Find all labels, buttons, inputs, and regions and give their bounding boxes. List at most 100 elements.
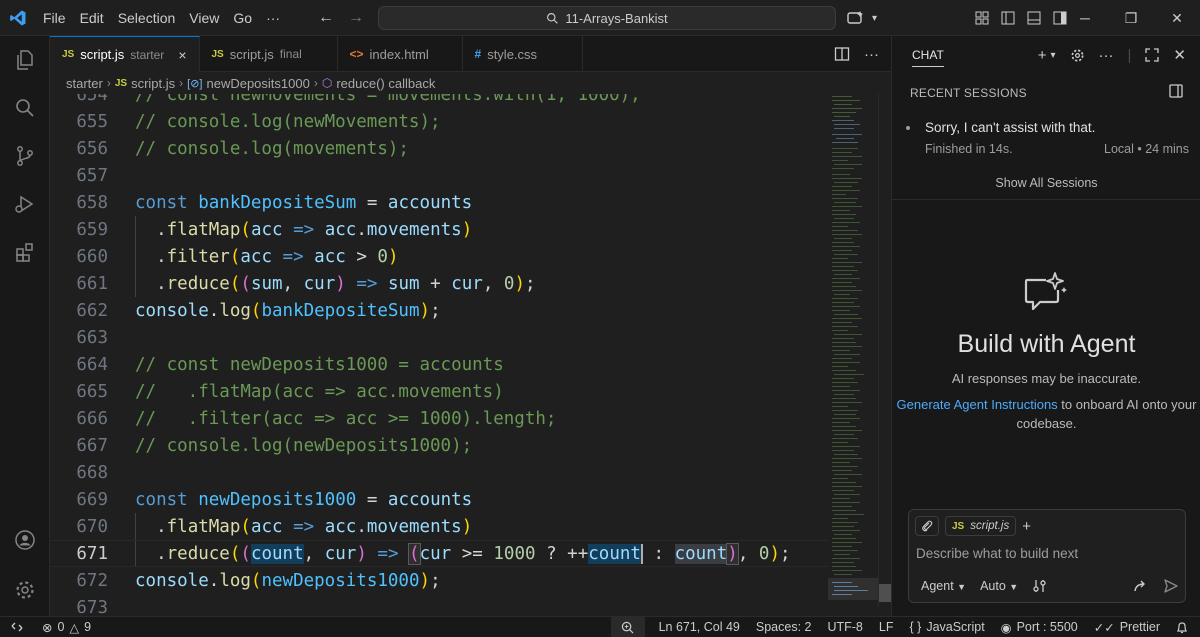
- menu-go[interactable]: Go: [226, 10, 259, 26]
- settings-gear-icon[interactable]: [1070, 48, 1085, 63]
- breadcrumb-folder[interactable]: starter: [66, 76, 103, 91]
- send-icon[interactable]: [1163, 578, 1179, 594]
- encoding-setting[interactable]: UTF-8: [819, 617, 870, 637]
- maximize-icon[interactable]: [1145, 48, 1160, 62]
- close-icon[interactable]: ✕: [1173, 46, 1186, 64]
- code-text: // const newDeposits1000 = accounts: [135, 354, 504, 375]
- settings-gear-icon[interactable]: [0, 566, 50, 614]
- source-control-icon[interactable]: [0, 132, 50, 180]
- eol-setting[interactable]: LF: [871, 617, 902, 637]
- tab-index-html[interactable]: <> index.html: [338, 36, 463, 72]
- attachment-chip[interactable]: JS script.js: [945, 516, 1017, 536]
- attachments-row: JS script.js +: [915, 516, 1031, 536]
- menu-view[interactable]: View: [182, 10, 226, 26]
- tab-script-js-final[interactable]: JS script.js final: [200, 36, 338, 72]
- code-text: .filter(acc => acc > 0): [156, 246, 399, 267]
- code-editor[interactable]: 654 // const newMovements = movements.wi…: [50, 94, 828, 616]
- breadcrumb-symbol[interactable]: newDeposits1000: [206, 76, 309, 91]
- chevron-down-icon[interactable]: ▾: [1050, 50, 1055, 61]
- language-mode[interactable]: { } JavaScript: [901, 617, 992, 637]
- code-text: .flatMap(acc => acc.movements): [156, 219, 473, 240]
- agent-title: Build with Agent: [957, 330, 1136, 358]
- indentation-setting[interactable]: Spaces: 2: [748, 617, 820, 637]
- js-file-icon: JS: [952, 520, 965, 532]
- breadcrumb-symbol[interactable]: reduce() callback: [336, 76, 435, 91]
- code-line: 659 .flatMap(acc => acc.movements): [50, 216, 828, 243]
- delegate-arrow-icon[interactable]: [1133, 578, 1149, 594]
- variable-symbol-icon: [⊘]: [187, 77, 203, 90]
- live-server-port[interactable]: ◉ Port : 5500: [993, 617, 1086, 637]
- chat-input-box[interactable]: JS script.js + Describe what to build ne…: [908, 509, 1186, 603]
- prettier-label: Prettier: [1119, 620, 1160, 634]
- tab-script-js-starter[interactable]: JS script.js starter ×: [50, 36, 200, 72]
- agent-disclaimer: AI responses may be inaccurate.: [951, 371, 1142, 386]
- customize-layout-icon[interactable]: [974, 10, 990, 26]
- session-status: Finished in 14s.: [925, 142, 1013, 156]
- chat-header-actions: + ▾ ··· | ✕: [1038, 36, 1186, 74]
- code-line: 669 const newDeposits1000 = accounts: [50, 486, 828, 513]
- session-meta: Local • 24 mins: [1104, 142, 1189, 156]
- double-check-icon: ✓✓: [1093, 620, 1115, 635]
- problems-indicator[interactable]: ⊗ 0 △ 9: [34, 617, 99, 637]
- zoom-indicator[interactable]: [610, 616, 645, 637]
- chevron-right-icon: ›: [179, 76, 184, 90]
- breadcrumb-file[interactable]: script.js: [131, 76, 175, 91]
- line-number: 656: [76, 138, 108, 159]
- restore-icon[interactable]: ❐: [1108, 10, 1154, 27]
- code-text: console.log(bankDepositeSum);: [135, 300, 441, 321]
- model-picker[interactable]: Auto ▼: [980, 579, 1018, 593]
- chat-input-field[interactable]: Describe what to build next: [916, 546, 1078, 561]
- menu-file[interactable]: File: [36, 10, 73, 26]
- line-number: 657: [76, 165, 108, 186]
- toggle-primary-sidebar-icon[interactable]: [1000, 10, 1016, 26]
- chat-send-actions: [1133, 578, 1179, 594]
- mode-picker[interactable]: Agent ▼: [921, 579, 966, 593]
- prettier-status[interactable]: ✓✓ Prettier: [1086, 617, 1168, 637]
- notifications-bell-icon[interactable]: [1168, 617, 1200, 637]
- minimize-icon[interactable]: ─: [1062, 10, 1108, 26]
- extensions-icon[interactable]: [0, 228, 50, 276]
- session-item[interactable]: Sorry, I can't assist with that. Finishe…: [906, 116, 1189, 162]
- more-actions-icon[interactable]: ···: [1099, 47, 1114, 64]
- copilot-menu[interactable]: ▾: [846, 0, 877, 36]
- tab-style-css[interactable]: # style.css: [463, 36, 583, 72]
- accounts-icon[interactable]: [0, 516, 50, 564]
- model-label: Auto: [980, 579, 1006, 593]
- remote-indicator-icon[interactable]: [0, 617, 34, 637]
- run-debug-icon[interactable]: [0, 180, 50, 228]
- search-icon[interactable]: [0, 84, 50, 132]
- toggle-sessions-icon[interactable]: [1168, 83, 1184, 99]
- new-chat-icon[interactable]: +: [1038, 47, 1047, 64]
- toggle-panel-icon[interactable]: [1026, 10, 1042, 26]
- split-editor-icon[interactable]: [834, 46, 850, 62]
- menu-edit[interactable]: Edit: [73, 10, 111, 26]
- tools-icon[interactable]: [1032, 578, 1048, 594]
- nav-arrows: ← →: [318, 0, 364, 36]
- code-text: .flatMap(acc => acc.movements): [156, 516, 473, 537]
- code-line: 655 // console.log(newMovements);: [50, 108, 828, 135]
- cursor-position[interactable]: Ln 671, Col 49: [651, 617, 748, 637]
- minimap[interactable]: [828, 94, 878, 606]
- add-context-icon[interactable]: +: [1022, 518, 1031, 535]
- close-icon[interactable]: ✕: [1154, 10, 1200, 27]
- forward-arrow-icon[interactable]: →: [348, 9, 364, 27]
- close-tab-icon[interactable]: ×: [178, 47, 186, 63]
- activity-bar: [0, 36, 50, 616]
- line-number: 659: [76, 219, 108, 240]
- js-file-icon: JS: [114, 77, 128, 89]
- command-center-text: 11-Arrays-Bankist: [565, 10, 668, 26]
- editor-scrollbar[interactable]: [878, 94, 892, 606]
- code-line: 662 console.log(bankDepositeSum);: [50, 297, 828, 324]
- show-all-sessions-link[interactable]: Show All Sessions: [892, 176, 1200, 190]
- menu-selection[interactable]: Selection: [111, 10, 183, 26]
- code-text: const bankDepositeSum = accounts: [135, 192, 473, 213]
- agent-chat-sparkle-icon: [1024, 272, 1067, 311]
- explorer-icon[interactable]: [0, 36, 50, 84]
- menu-more[interactable]: ···: [259, 10, 287, 26]
- chat-tab-title[interactable]: CHAT: [912, 48, 944, 67]
- more-actions-icon[interactable]: ···: [864, 46, 879, 63]
- attach-context-button[interactable]: [915, 516, 939, 536]
- back-arrow-icon[interactable]: ←: [318, 9, 334, 27]
- command-center-search[interactable]: 11-Arrays-Bankist: [378, 6, 836, 30]
- generate-instructions-link[interactable]: Generate Agent Instructions: [897, 397, 1058, 412]
